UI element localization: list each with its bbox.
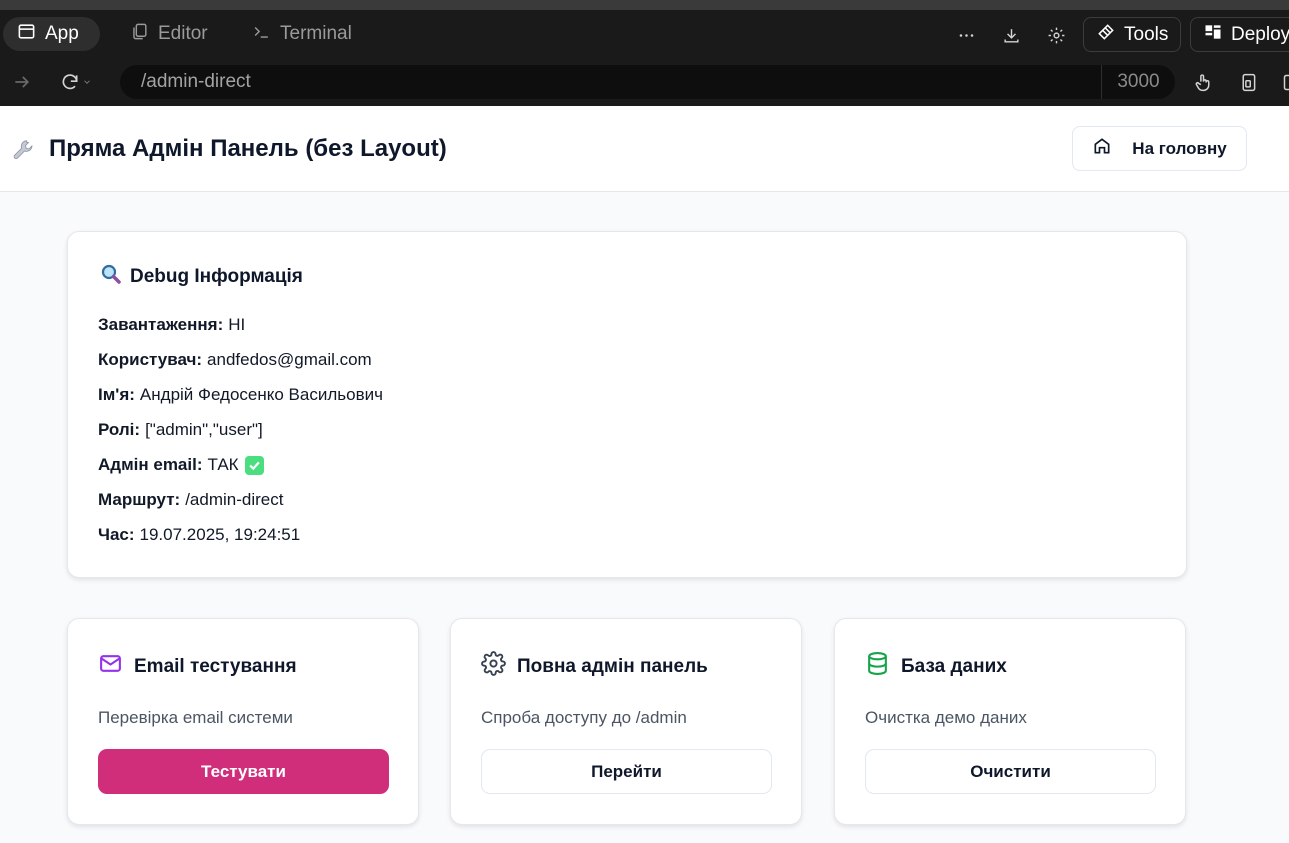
- home-icon: [1092, 136, 1112, 161]
- card-title: Email тестування: [98, 651, 297, 682]
- row-value: ТАК: [207, 455, 239, 474]
- address-bar: /admin-direct 3000: [0, 59, 1289, 106]
- deploy-button[interactable]: Deploy: [1190, 17, 1289, 52]
- full-admin-panel-card: Повна адмін панель Спроба доступу до /ad…: [450, 618, 802, 825]
- browser-tab-bar: App Editor Terminal Tools Deploy: [0, 10, 1289, 59]
- email-testing-card: Email тестування Перевірка email системи…: [67, 618, 419, 825]
- row-value: 19.07.2025, 19:24:51: [139, 525, 301, 544]
- tools-label: Tools: [1124, 23, 1169, 45]
- window-icon: [17, 22, 36, 47]
- reload-icon[interactable]: [60, 72, 92, 92]
- row-label: Користувач:: [98, 350, 203, 369]
- row-value: НІ: [228, 315, 246, 334]
- tab-label: Terminal: [280, 23, 352, 44]
- tab-label: Editor: [158, 23, 208, 44]
- card-title: База даних: [865, 651, 1007, 682]
- deploy-icon: [1203, 22, 1223, 48]
- home-button-label: На головну: [1132, 138, 1227, 158]
- clear-button[interactable]: Очистити: [865, 749, 1156, 794]
- pointer-hand-icon[interactable]: [1193, 72, 1214, 98]
- url-text[interactable]: /admin-direct: [120, 71, 1101, 93]
- tab-app[interactable]: App: [3, 17, 100, 51]
- wrench-icon: [11, 137, 37, 163]
- row-value: Андрій Федосенко Васильович: [139, 385, 383, 404]
- row-value: andfedos@gmail.com: [207, 350, 372, 369]
- forward-arrow-icon[interactable]: [12, 72, 32, 97]
- database-card: База даних Очистка демо даних Очистити: [834, 618, 1186, 825]
- download-icon[interactable]: [1000, 24, 1022, 46]
- tab-label: App: [45, 23, 79, 44]
- more-icon[interactable]: [955, 24, 977, 46]
- responsive-device-icon[interactable]: [1238, 72, 1259, 98]
- test-button[interactable]: Тестувати: [98, 749, 389, 794]
- go-button[interactable]: Перейти: [481, 749, 772, 794]
- card-description: Перевірка email системи: [98, 708, 293, 727]
- debug-row-loading: Завантаження: НІ: [98, 315, 245, 335]
- copy-icon: [130, 22, 149, 47]
- gear-icon: [481, 651, 506, 682]
- row-label: Ім'я:: [98, 385, 135, 404]
- debug-row-time: Час: 19.07.2025, 19:24:51: [98, 525, 300, 545]
- page-header: Пряма Адмін Панель (без Layout) На голов…: [0, 106, 1289, 192]
- card-title-text: База даних: [901, 655, 1007, 677]
- settings-gear-icon[interactable]: [1045, 24, 1067, 46]
- home-button[interactable]: На головну: [1072, 126, 1247, 171]
- debug-row-roles: Ролі: ["admin","user"]: [98, 420, 263, 440]
- row-value: ["admin","user"]: [145, 420, 263, 439]
- row-label: Час:: [98, 525, 135, 544]
- external-window-icon[interactable]: [1281, 72, 1289, 98]
- magnifier-icon: [99, 262, 123, 292]
- card-title: Повна адмін панель: [481, 651, 708, 682]
- debug-row-name: Ім'я: Андрій Федосенко Васильович: [98, 385, 383, 405]
- debug-info-card: Debug Інформація Завантаження: НІ Користу…: [67, 231, 1187, 578]
- row-label: Ролі:: [98, 420, 141, 439]
- tab-terminal[interactable]: Terminal: [238, 17, 366, 51]
- card-title-text: Email тестування: [134, 655, 297, 677]
- tab-editor[interactable]: Editor: [116, 17, 222, 51]
- check-mark-icon: [244, 455, 264, 475]
- terminal-icon: [252, 22, 271, 47]
- port-field[interactable]: 3000: [1101, 65, 1175, 99]
- row-label: Маршрут:: [98, 490, 181, 509]
- debug-row-admin-email: Адмін email: ТАК: [98, 455, 264, 475]
- card-description: Очистка демо даних: [865, 708, 1027, 727]
- tools-button[interactable]: Tools: [1083, 17, 1182, 52]
- card-title-text: Повна адмін панель: [517, 655, 708, 677]
- debug-row-route: Маршрут:/admin-direct: [98, 490, 283, 510]
- mail-icon: [98, 651, 123, 682]
- debug-row-user: Користувач: andfedos@gmail.com: [98, 350, 372, 370]
- card-description: Спроба доступу до /admin: [481, 708, 687, 727]
- tools-icon: [1096, 22, 1116, 48]
- row-value: /admin-direct: [185, 490, 284, 509]
- debug-title-text: Debug Інформація: [130, 266, 303, 287]
- row-label: Адмін email:: [98, 455, 203, 474]
- window-top-strip: [0, 0, 1289, 10]
- database-icon: [865, 651, 890, 682]
- row-label: Завантаження:: [98, 315, 224, 334]
- url-field[interactable]: /admin-direct 3000: [120, 65, 1175, 99]
- deploy-label: Deploy: [1231, 23, 1289, 45]
- page-title: Пряма Адмін Панель (без Layout): [49, 135, 447, 162]
- page-viewport: Пряма Адмін Панель (без Layout) На голов…: [0, 106, 1289, 843]
- debug-card-title: Debug Інформація: [99, 262, 303, 292]
